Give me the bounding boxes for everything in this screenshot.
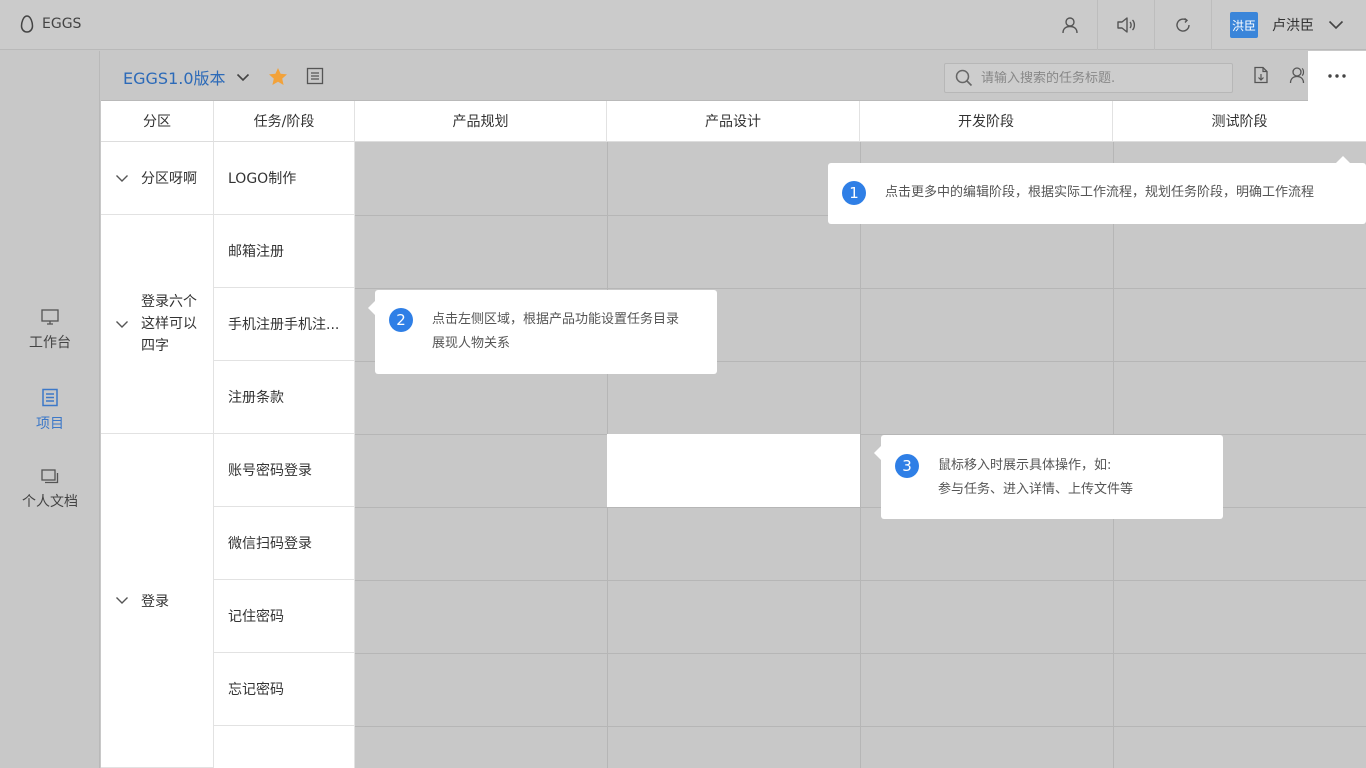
task-name: 邮箱注册 (228, 244, 284, 260)
guide-tip-2: 2 点击左侧区域，根据产品功能设置任务目录 展现人物关系 (375, 290, 717, 374)
tip-text-line: 展现人物关系 (432, 336, 511, 351)
members-icon[interactable] (1289, 66, 1307, 84)
project-toolbar: EGGS1.0版本 (101, 51, 1366, 101)
app-logo[interactable]: EGGS (20, 15, 81, 33)
chevron-down-icon[interactable] (115, 174, 129, 183)
task-name: LOGO制作 (228, 171, 297, 187)
sidebar-item-workbench[interactable]: 工作台 (0, 308, 100, 352)
sidebar-item-label: 个人文档 (22, 494, 78, 510)
header-stage[interactable]: 测试阶段 (1113, 101, 1366, 142)
grid-divider (355, 726, 1366, 727)
header-section: 分区 (101, 101, 214, 142)
task-row[interactable]: 忘记密码 (214, 653, 355, 726)
refresh-icon (1176, 17, 1190, 32)
logo-text: EGGS (42, 16, 82, 32)
clipboard-icon (42, 388, 58, 407)
search-input[interactable] (981, 70, 1221, 86)
highlighted-stage-cell[interactable] (607, 434, 860, 507)
tip-text: 点击更多中的编辑阶段，根据实际工作流程，规划任务阶段，明确工作流程 (885, 185, 1315, 200)
task-name: 注册条款 (228, 390, 284, 406)
header-stage-label: 开发阶段 (958, 114, 1014, 130)
task-row[interactable]: 手机注册手机注... (214, 288, 355, 361)
chevron-down-icon (236, 73, 249, 81)
person-icon (1061, 17, 1078, 34)
section-name: 分区呀啊 (141, 171, 197, 187)
speaker-icon (1117, 17, 1136, 33)
tip-text-line: 参与任务、进入详情、上传文件等 (938, 482, 1134, 497)
monitor-icon (41, 309, 59, 325)
grid-divider (355, 653, 1366, 654)
grid-divider (860, 142, 861, 768)
more-button[interactable] (1308, 51, 1366, 101)
contacts-button[interactable] (1041, 0, 1098, 50)
header-task-label: 任务/阶段 (253, 114, 315, 130)
header-stage-label: 产品设计 (705, 114, 761, 130)
project-title: EGGS1.0版本 (123, 69, 226, 88)
documents-icon (41, 469, 59, 484)
section-row[interactable]: 登录 (101, 434, 214, 768)
tip-text-line: 鼠标移入时展示具体操作，如: (938, 458, 1112, 473)
sidebar-item-label: 工作台 (29, 335, 71, 351)
task-name: 记住密码 (228, 609, 284, 625)
task-row[interactable]: LOGO制作 (214, 142, 355, 215)
chevron-down-icon[interactable] (115, 320, 129, 329)
guide-tip-3: 3 鼠标移入时展示具体操作，如: 参与任务、进入详情、上传文件等 (881, 435, 1223, 519)
task-row[interactable]: 记住密码 (214, 580, 355, 653)
task-name: 忘记密码 (228, 682, 284, 698)
list-view-icon[interactable] (306, 67, 324, 85)
task-row-empty (214, 726, 355, 768)
sidebar-item-label: 项目 (36, 416, 64, 432)
header-task: 任务/阶段 (214, 101, 355, 142)
egg-icon (20, 15, 34, 33)
section-row[interactable]: 登录六个这样可以四字 (101, 215, 214, 434)
task-row[interactable]: 注册条款 (214, 361, 355, 434)
tip-arrow (1336, 156, 1350, 163)
header-section-label: 分区 (143, 114, 171, 130)
export-file-icon[interactable] (1252, 66, 1270, 84)
header-stage[interactable]: 开发阶段 (860, 101, 1113, 142)
step-number-badge: 1 (842, 181, 866, 205)
grid-divider (355, 288, 1366, 289)
step-number-badge: 2 (389, 308, 413, 332)
star-icon[interactable] (268, 67, 288, 86)
section-name: 登录六个这样可以四字 (141, 294, 197, 354)
tip-text-line: 点击左侧区域，根据产品功能设置任务目录 (432, 312, 680, 327)
avatar: 洪臣 (1230, 12, 1258, 38)
tip-arrow (874, 446, 881, 460)
sidebar: 工作台 项目 个人文档 (0, 51, 100, 768)
user-menu[interactable]: 洪臣 卢洪臣 (1212, 0, 1366, 50)
task-search[interactable] (944, 63, 1233, 93)
sidebar-item-projects[interactable]: 项目 (0, 387, 100, 433)
task-row[interactable]: 邮箱注册 (214, 215, 355, 288)
guide-tip-1: 1 点击更多中的编辑阶段，根据实际工作流程，规划任务阶段，明确工作流程 (828, 163, 1366, 224)
top-bar: EGGS 洪臣 卢洪臣 (0, 0, 1366, 50)
task-row[interactable]: 账号密码登录 (214, 434, 355, 507)
task-row[interactable]: 微信扫码登录 (214, 507, 355, 580)
notification-button[interactable] (1098, 0, 1155, 50)
grid-divider (355, 580, 1366, 581)
header-stage[interactable]: 产品规划 (355, 101, 607, 142)
header-stage[interactable]: 产品设计 (607, 101, 860, 142)
user-name: 卢洪臣 (1272, 18, 1314, 34)
task-name: 微信扫码登录 (228, 536, 312, 552)
sidebar-item-personal-docs[interactable]: 个人文档 (0, 467, 100, 511)
chevron-down-icon[interactable] (115, 596, 129, 605)
task-name: 账号密码登录 (228, 463, 312, 479)
section-name: 登录 (141, 593, 169, 610)
refresh-button[interactable] (1155, 0, 1212, 50)
more-dots-icon (1328, 74, 1346, 78)
task-name: 手机注册手机注... (228, 317, 340, 333)
header-stage-label: 测试阶段 (1211, 114, 1268, 130)
step-number-badge: 3 (895, 454, 919, 478)
header-stage-label: 产品规划 (452, 114, 509, 130)
chevron-down-icon (1328, 20, 1344, 30)
search-icon (955, 69, 973, 87)
project-selector[interactable]: EGGS1.0版本 (123, 65, 250, 89)
tip-arrow (368, 301, 375, 315)
section-row[interactable]: 分区呀啊 (101, 142, 214, 215)
